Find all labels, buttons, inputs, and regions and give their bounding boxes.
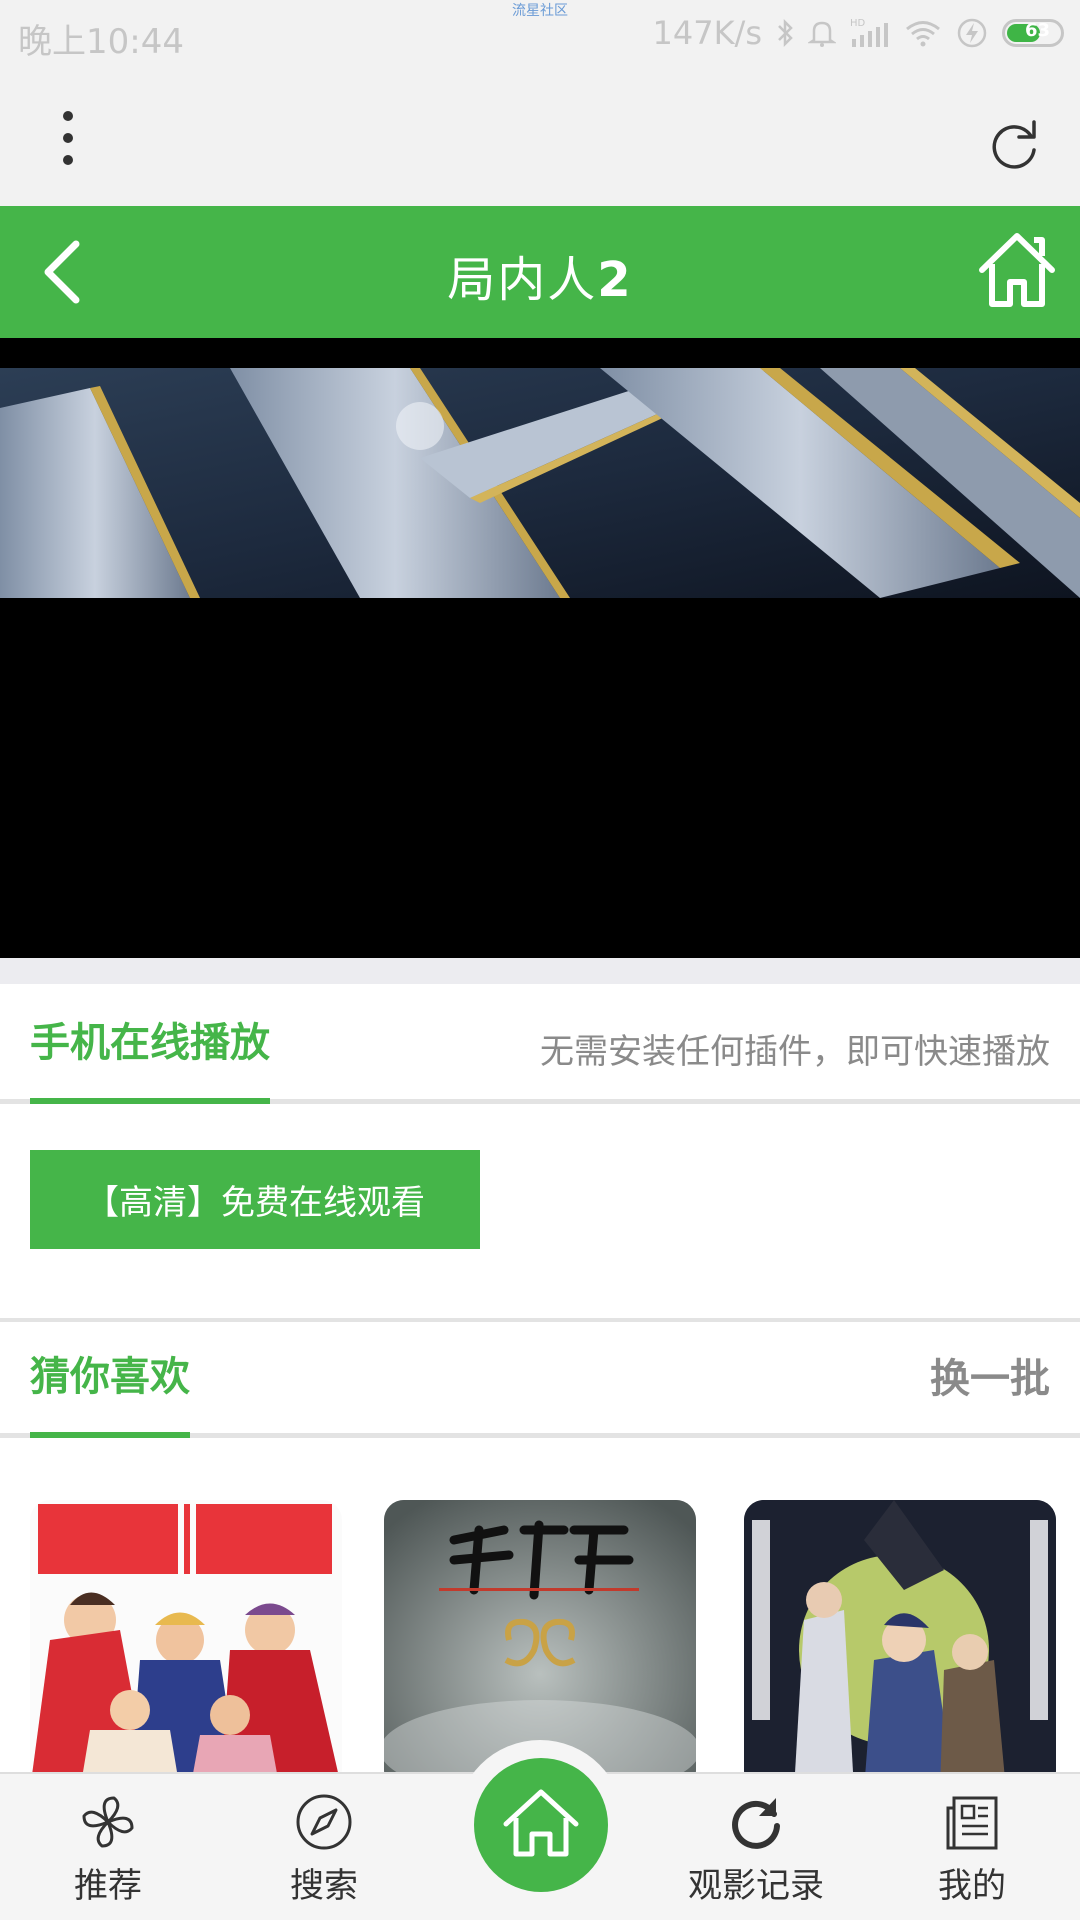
watch-online-button[interactable]: 【高清】免费在线观看 — [30, 1150, 480, 1249]
page-header: 局内人2 — [0, 206, 1080, 338]
nav-item-profile[interactable]: 我的 — [864, 1774, 1080, 1920]
video-player[interactable] — [0, 338, 1080, 958]
profile-icon — [942, 1792, 1002, 1852]
poster-image — [744, 1500, 1056, 1790]
recommend-card[interactable] — [30, 1500, 342, 1790]
signal-icon: HD — [850, 17, 890, 49]
home-icon — [502, 1788, 580, 1862]
status-bar: 晚上10:44 流星社区 147K/s HD 63 — [0, 0, 1080, 70]
nav-label-history: 观影记录 — [688, 1866, 824, 1906]
status-time: 晚上10:44 — [18, 22, 184, 62]
online-play-hint: 无需安装任何插件，即可快速播放 — [540, 1032, 1050, 1072]
section-underline — [30, 1432, 190, 1438]
more-vertical-icon[interactable] — [44, 108, 92, 168]
refresh-batch-button[interactable]: 换一批 — [930, 1346, 1050, 1404]
section-underline — [30, 1098, 270, 1104]
wifi-icon — [904, 18, 942, 48]
online-play-title: 手机在线播放 — [30, 1020, 270, 1066]
nav-item-search[interactable]: 搜索 — [216, 1774, 432, 1920]
app-root: 晚上10:44 流星社区 147K/s HD 63 局内人2 手机在线播放 无需… — [0, 0, 1080, 1920]
nav-label-search: 搜索 — [290, 1866, 358, 1906]
video-frame-image — [0, 368, 1080, 598]
nav-item-recommend[interactable]: 推荐 — [0, 1774, 216, 1920]
pinwheel-icon — [78, 1792, 138, 1852]
nav-label-recommend: 推荐 — [74, 1866, 142, 1906]
online-play-section: 手机在线播放 无需安装任何插件，即可快速播放 — [0, 984, 1080, 1104]
nav-item-home[interactable] — [474, 1758, 608, 1892]
poster-image — [30, 1500, 342, 1790]
title-number: 2 — [597, 252, 633, 308]
charging-icon — [956, 17, 988, 49]
browser-toolbar — [0, 70, 1080, 206]
bell-icon — [808, 18, 836, 48]
bluetooth-icon — [776, 18, 794, 48]
recommend-title: 猜你喜欢 — [30, 1354, 190, 1400]
nav-label-profile: 我的 — [938, 1866, 1006, 1906]
refresh-icon[interactable] — [984, 114, 1044, 174]
home-icon[interactable] — [976, 230, 1058, 312]
nav-item-history[interactable]: 观影记录 — [648, 1774, 864, 1920]
compass-icon — [294, 1792, 354, 1852]
network-type-label: HD — [850, 18, 866, 29]
history-icon — [726, 1792, 786, 1852]
battery-level: 63 — [1025, 20, 1051, 41]
recommend-card[interactable] — [744, 1500, 1056, 1790]
status-indicators: 147K/s HD 63 — [652, 14, 1064, 52]
battery-indicator: 63 — [1002, 19, 1064, 47]
net-speed: 147K/s — [652, 14, 762, 52]
page-title: 局内人2 — [0, 240, 1080, 310]
section-gap — [0, 958, 1080, 984]
recommend-section: 猜你喜欢 换一批 — [0, 1322, 1080, 1438]
title-text: 局内人 — [447, 252, 598, 308]
